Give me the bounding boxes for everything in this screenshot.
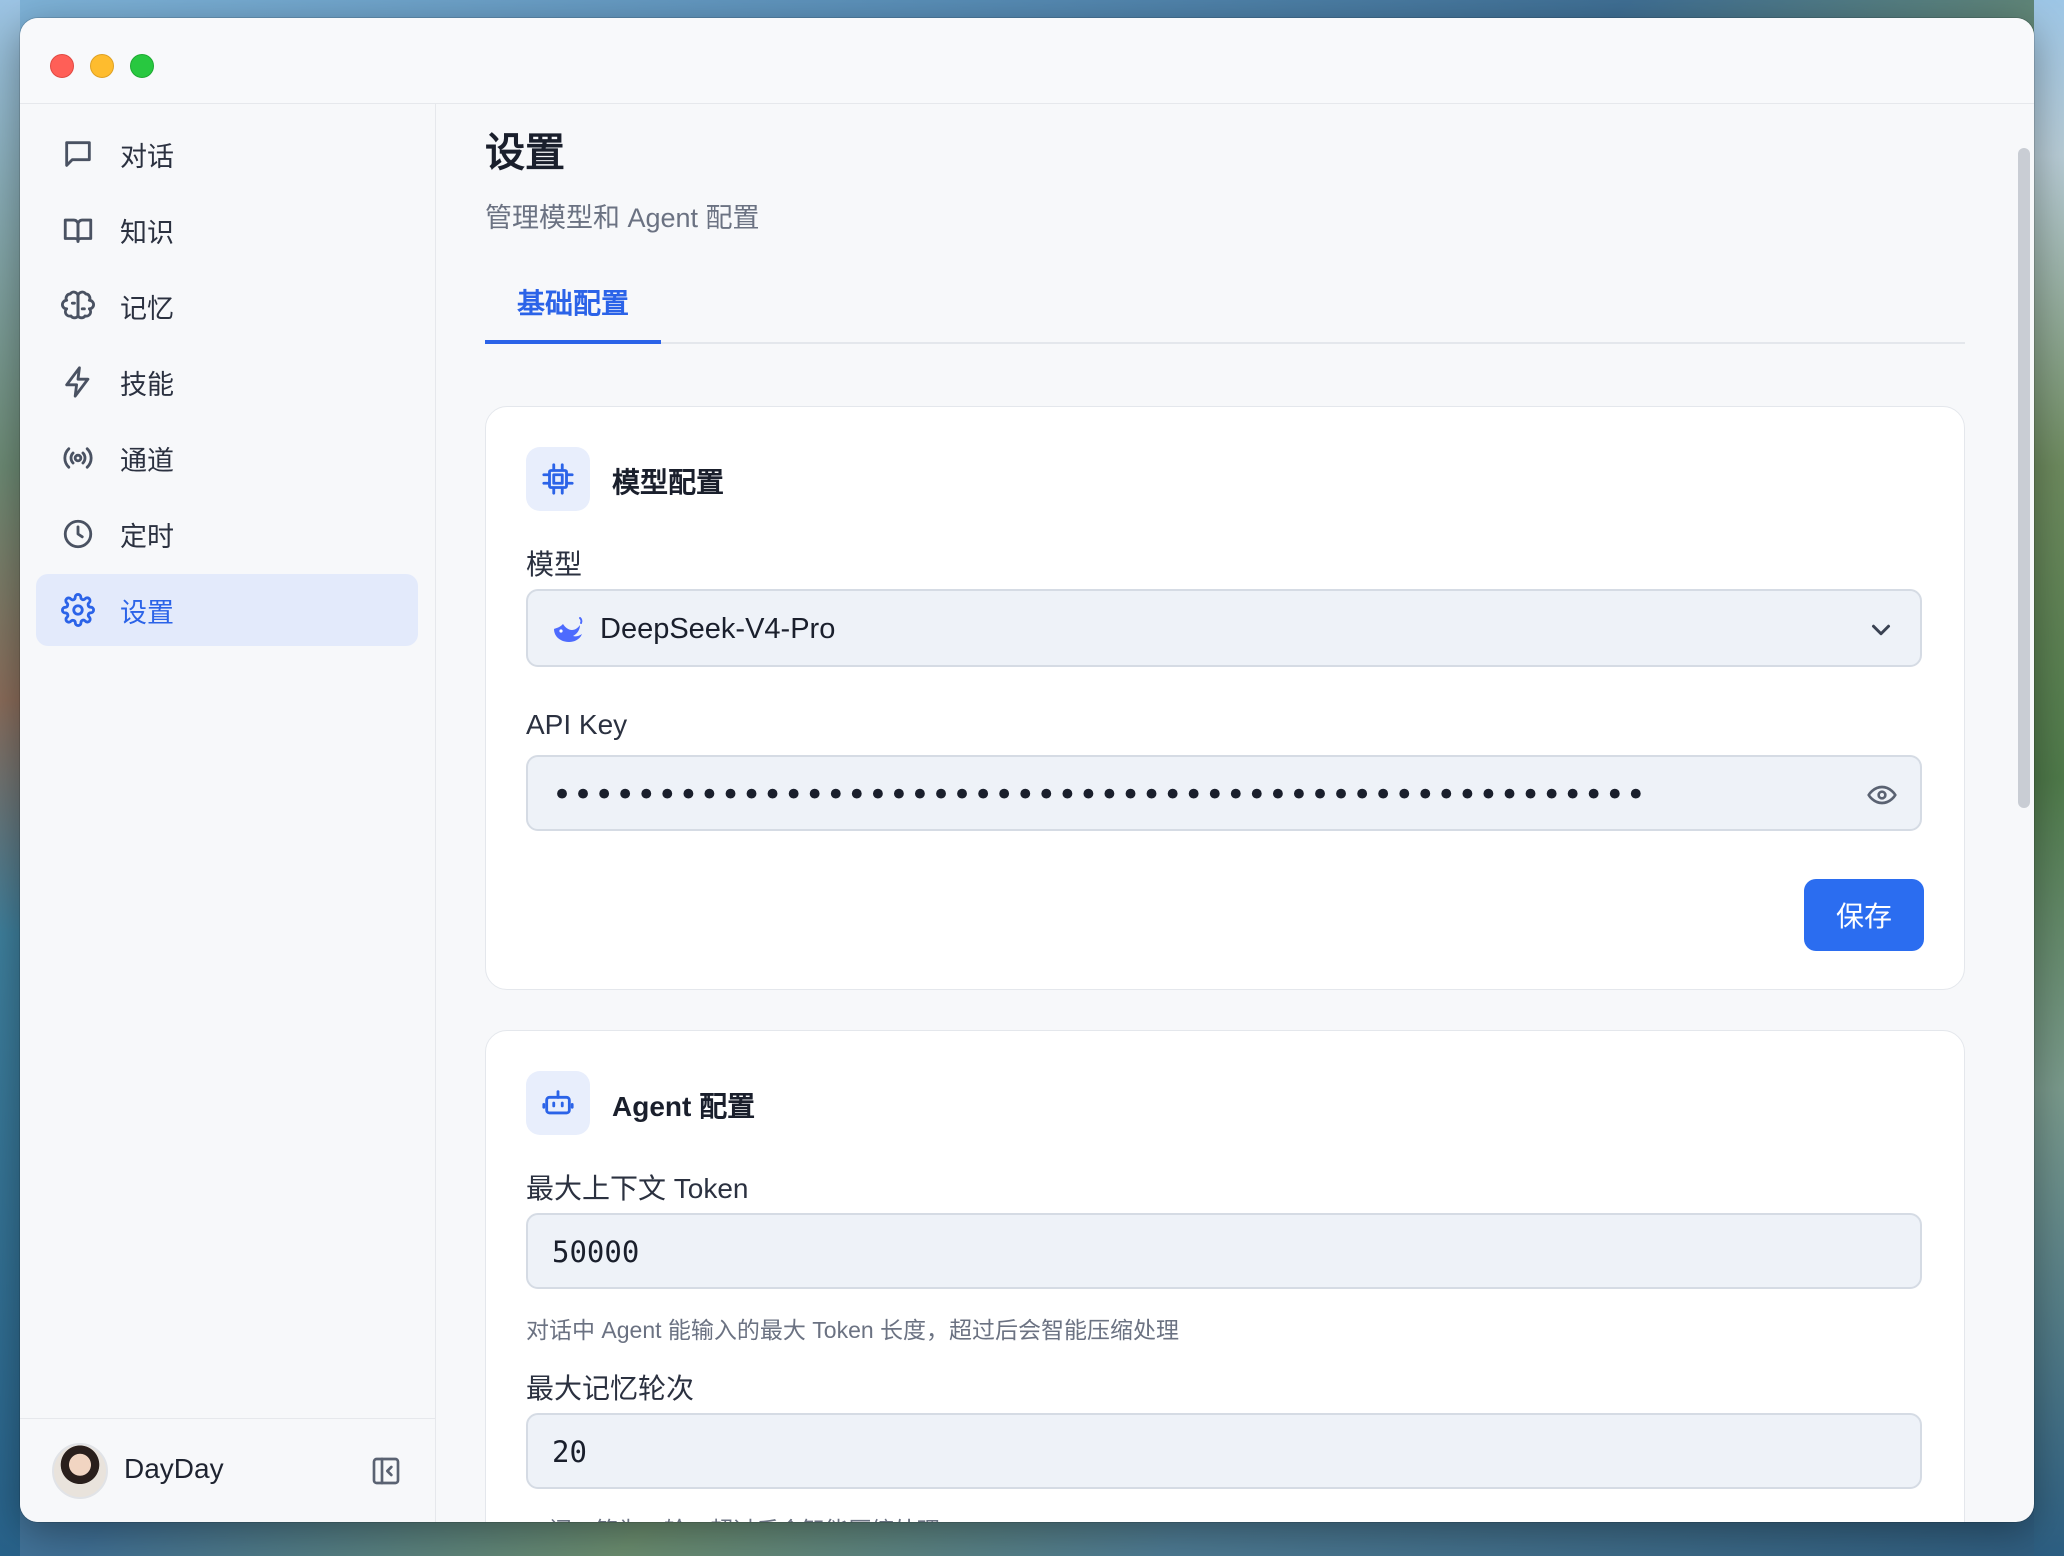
sidebar: 对话 知识 记忆 技能 通道 定时 设置 DayDay (20, 104, 436, 1522)
max-token-label: 最大上下文 Token (526, 1173, 749, 1204)
sidebar-nav: 对话 知识 记忆 技能 通道 定时 设置 (36, 118, 418, 650)
app-window: 对话 知识 记忆 技能 通道 定时 设置 DayDay 设置 管理模型和 Age… (20, 18, 2034, 1522)
sidebar-item-chat[interactable]: 对话 (36, 118, 418, 190)
save-button[interactable]: 保存 (1804, 879, 1924, 951)
max-token-value: 50000 (552, 1235, 640, 1269)
model-label: 模型 (526, 549, 583, 580)
sidebar-item-skills[interactable]: 技能 (36, 346, 418, 418)
username: DayDay (124, 1453, 224, 1484)
max-token-hint: 对话中 Agent 能输入的最大 Token 长度，超过后会智能压缩处理 (526, 1317, 1180, 1343)
sidebar-item-knowledge[interactable]: 知识 (36, 194, 418, 266)
sidebar-item-label: 技能 (120, 369, 174, 400)
collapse-sidebar-button[interactable] (368, 1453, 404, 1489)
tab-basic-config[interactable]: 基础配置 (485, 264, 661, 344)
sidebar-collapse-icon (372, 1457, 400, 1485)
clock-icon (60, 516, 96, 552)
sidebar-item-label: 设置 (120, 597, 174, 628)
page-subtitle: 管理模型和 Agent 配置 (485, 203, 760, 233)
scrollbar-thumb[interactable] (2018, 148, 2030, 808)
chat-icon (60, 136, 96, 172)
max-token-input[interactable]: 50000 (526, 1213, 1922, 1289)
lightning-icon (60, 364, 96, 400)
max-rounds-hint: 一问一答为一轮，超过后会智能压缩处理 (526, 1511, 940, 1522)
broadcast-icon (60, 440, 96, 476)
sidebar-item-label: 记忆 (120, 293, 174, 324)
maximize-window-button[interactable] (130, 54, 154, 78)
chevron-down-icon (1866, 615, 1896, 645)
card-title: Agent 配置 (612, 1091, 756, 1122)
settings-page: 设置 管理模型和 Agent 配置 基础配置 模型配置 模型 DeepSeek-… (437, 104, 2034, 1522)
model-select-value: DeepSeek-V4-Pro (600, 613, 836, 645)
eye-icon[interactable] (1866, 779, 1898, 811)
model-config-card: 模型配置 模型 DeepSeek-V4-Pro API Key ••••••••… (485, 406, 1965, 990)
api-key-input[interactable]: ••••••••••••••••••••••••••••••••••••••••… (526, 755, 1922, 831)
desktop-wallpaper-left (0, 0, 20, 1556)
sidebar-item-label: 定时 (120, 521, 174, 552)
title-bar (20, 18, 2034, 104)
page-title: 设置 (485, 131, 565, 175)
book-icon (60, 212, 96, 248)
model-select[interactable]: DeepSeek-V4-Pro (526, 589, 1922, 667)
sidebar-item-channels[interactable]: 通道 (36, 422, 418, 494)
close-window-button[interactable] (50, 54, 74, 78)
brain-icon (60, 288, 96, 324)
sidebar-item-schedule[interactable]: 定时 (36, 498, 418, 570)
sidebar-footer: DayDay (20, 1418, 435, 1522)
sidebar-item-label: 知识 (120, 217, 174, 248)
tab-bar: 基础配置 (485, 264, 1965, 344)
agent-config-card: Agent 配置 最大上下文 Token 50000 对话中 Agent 能输入… (485, 1030, 1965, 1522)
max-rounds-label: 最大记忆轮次 (526, 1373, 695, 1404)
api-key-label: API Key (526, 709, 628, 740)
sidebar-item-settings[interactable]: 设置 (36, 574, 418, 646)
deepseek-logo-icon (554, 617, 583, 642)
gear-icon (60, 592, 96, 628)
max-rounds-input[interactable]: 20 (526, 1413, 1922, 1489)
chip-icon (526, 447, 590, 511)
minimize-window-button[interactable] (90, 54, 114, 78)
robot-icon (526, 1071, 590, 1135)
desktop-wallpaper-right (2034, 0, 2064, 1556)
sidebar-item-label: 对话 (120, 141, 174, 172)
max-rounds-value: 20 (552, 1435, 587, 1469)
sidebar-item-memory[interactable]: 记忆 (36, 270, 418, 342)
card-title: 模型配置 (612, 467, 725, 498)
api-key-value: ••••••••••••••••••••••••••••••••••••••••… (552, 775, 1647, 815)
sidebar-item-label: 通道 (120, 445, 174, 476)
avatar[interactable] (52, 1443, 108, 1499)
scrollbar[interactable] (2014, 104, 2034, 1522)
